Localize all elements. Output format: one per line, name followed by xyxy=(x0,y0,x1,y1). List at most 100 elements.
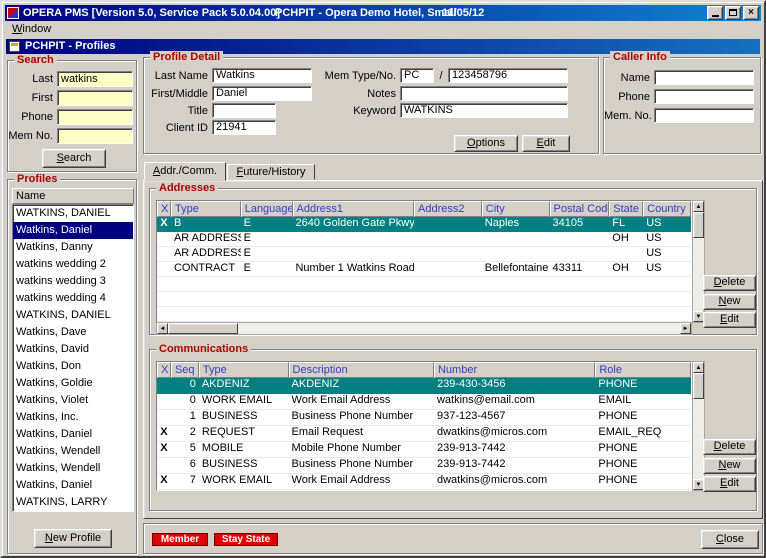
profile-list-item[interactable]: Watkins, Wendell xyxy=(13,443,133,460)
communication-new-button[interactable]: New xyxy=(703,458,756,474)
new-profile-button[interactable]: New Profile xyxy=(34,529,112,548)
table-cell: REQUEST xyxy=(199,426,289,441)
profile-list-item[interactable]: watkins wedding 3 xyxy=(13,273,133,290)
edit-profile-button[interactable]: Edit xyxy=(522,135,570,152)
table-cell: Email Request xyxy=(289,426,434,441)
table-cell xyxy=(292,247,414,261)
tab-addr-comm[interactable]: Addr./Comm. xyxy=(144,162,226,181)
table-row[interactable]: X7WORK EMAILWork Email Addressdwatkins@m… xyxy=(157,474,691,490)
column-header[interactable]: City xyxy=(482,201,550,217)
table-row[interactable]: 0AKDENIZAKDENIZ239-430-3456PHONE xyxy=(157,378,691,394)
client-id-field[interactable]: 21941 xyxy=(212,120,276,135)
table-cell: US xyxy=(643,262,691,276)
scroll-right-icon[interactable]: ► xyxy=(680,323,691,334)
search-last-input[interactable] xyxy=(57,71,133,87)
column-header[interactable]: Postal Code xyxy=(550,201,610,217)
column-header[interactable]: Description xyxy=(289,362,434,378)
profiles-name-column-header[interactable]: Name xyxy=(12,188,134,204)
scroll-up-icon[interactable]: ▲ xyxy=(693,362,704,373)
notes-field[interactable] xyxy=(400,86,568,101)
address-new-button[interactable]: New xyxy=(703,294,756,310)
communications-table: XSeqTypeDescriptionNumberRole0AKDENIZAKD… xyxy=(156,361,692,491)
column-header[interactable]: Seq xyxy=(171,362,199,378)
search-first-input[interactable] xyxy=(57,90,133,106)
addresses-horizontal-scrollbar[interactable]: ◄ ► xyxy=(156,322,692,335)
profile-list-item[interactable]: Watkins, Wendell xyxy=(13,460,133,477)
scroll-left-icon[interactable]: ◄ xyxy=(157,323,168,334)
profile-list-item[interactable]: Watkins, Dave xyxy=(13,324,133,341)
mem-no-field[interactable]: 123458796 xyxy=(448,68,568,83)
table-row[interactable]: X5MOBILEMobile Phone Number239-913-7442P… xyxy=(157,442,691,458)
column-header[interactable]: Number xyxy=(434,362,595,378)
profile-list-item[interactable]: Watkins, Don xyxy=(13,358,133,375)
tab-future-history[interactable]: Future/History xyxy=(227,164,315,180)
column-header[interactable]: Address2 xyxy=(414,201,482,217)
close-window-button[interactable]: × xyxy=(743,6,759,20)
table-cell xyxy=(643,277,691,291)
column-header[interactable]: Country xyxy=(643,201,691,217)
table-row[interactable]: X2REQUESTEmail Requestdwatkins@micros.co… xyxy=(157,426,691,442)
mem-type-field[interactable]: PC xyxy=(400,68,434,83)
column-header[interactable]: X xyxy=(157,201,171,217)
profile-list-item[interactable]: Watkins, Daniel xyxy=(13,477,133,494)
column-header[interactable]: Language xyxy=(241,201,293,217)
column-header[interactable]: State xyxy=(609,201,643,217)
last-name-field[interactable]: Watkins xyxy=(212,68,312,83)
table-row[interactable] xyxy=(157,307,691,322)
caller-mem-no-input[interactable] xyxy=(654,108,754,123)
last-name-label: Last Name xyxy=(148,70,208,82)
options-button[interactable]: Options xyxy=(454,135,518,152)
caller-name-input[interactable] xyxy=(654,70,754,85)
stay-state-lamp[interactable]: Stay State xyxy=(214,533,278,546)
search-button[interactable]: Search xyxy=(42,149,106,168)
table-row[interactable]: XBE2640 Golden Gate Pkwy Ste 2Naples3410… xyxy=(157,217,691,232)
column-header[interactable]: Role xyxy=(595,362,691,378)
column-header[interactable]: X xyxy=(157,362,171,378)
maximize-button[interactable] xyxy=(725,6,741,20)
scrollbar-thumb[interactable] xyxy=(168,323,238,334)
scrollbar-thumb[interactable] xyxy=(693,373,704,399)
profile-list-item[interactable]: watkins wedding 4 xyxy=(13,290,133,307)
caller-phone-input[interactable] xyxy=(654,89,754,104)
menu-window[interactable]: Window xyxy=(5,21,58,37)
title-field[interactable] xyxy=(212,103,276,118)
search-mem-input[interactable] xyxy=(57,128,133,144)
profile-list-item[interactable]: Watkins, Inc. xyxy=(13,409,133,426)
communication-delete-button[interactable]: Delete xyxy=(703,439,756,455)
close-button[interactable]: Close xyxy=(701,530,759,549)
table-row[interactable]: AR ADDRESSEUS xyxy=(157,247,691,262)
profile-list-item[interactable]: Watkins, Danny xyxy=(13,239,133,256)
column-header[interactable]: Address1 xyxy=(293,201,415,217)
profile-list-item[interactable]: WATKINS, DANIEL xyxy=(13,205,133,222)
scroll-up-icon[interactable]: ▲ xyxy=(693,201,704,212)
profile-list-item[interactable]: WATKINS, DANIEL xyxy=(13,307,133,324)
profile-list-item[interactable]: watkins wedding 2 xyxy=(13,256,133,273)
profile-list-item[interactable]: Watkins, David xyxy=(13,341,133,358)
address-delete-button[interactable]: Delete xyxy=(703,275,756,291)
table-row[interactable] xyxy=(157,292,691,307)
profile-list-item[interactable]: Watkins, Violet xyxy=(13,392,133,409)
first-middle-field[interactable]: Daniel xyxy=(212,86,312,101)
table-row[interactable] xyxy=(157,277,691,292)
table-row[interactable]: AR ADDRESSEOHUS xyxy=(157,232,691,247)
minimize-button[interactable] xyxy=(707,6,723,20)
table-row[interactable]: 1BUSINESSBusiness Phone Number937-123-45… xyxy=(157,410,691,426)
address-edit-button[interactable]: Edit xyxy=(703,312,756,328)
keyword-field[interactable]: WATKINS xyxy=(400,103,568,118)
search-phone-input[interactable] xyxy=(57,109,133,125)
column-header[interactable]: Type xyxy=(171,201,241,217)
profile-list-item[interactable]: WATKINS, LARRY xyxy=(13,494,133,511)
profile-list-item[interactable]: Watkins, Goldie xyxy=(13,375,133,392)
column-header[interactable]: Type xyxy=(199,362,289,378)
scrollbar-thumb[interactable] xyxy=(693,212,704,238)
profile-list-item[interactable]: Watkins, Daniel xyxy=(13,426,133,443)
table-cell: BUSINESS xyxy=(199,410,289,425)
profile-list-item[interactable]: Watkins, Daniel xyxy=(13,222,133,239)
table-row[interactable]: CONTRACTENumber 1 Watkins RoadBellefonta… xyxy=(157,262,691,277)
communication-edit-button[interactable]: Edit xyxy=(703,476,756,492)
table-row[interactable]: 0WORK EMAILWork Email Addresswatkins@ema… xyxy=(157,394,691,410)
table-cell: Work Email Address xyxy=(289,394,434,409)
last-label: Last xyxy=(8,73,53,85)
table-row[interactable]: 6BUSINESSBusiness Phone Number239-913-74… xyxy=(157,458,691,474)
member-lamp[interactable]: Member xyxy=(152,533,208,546)
